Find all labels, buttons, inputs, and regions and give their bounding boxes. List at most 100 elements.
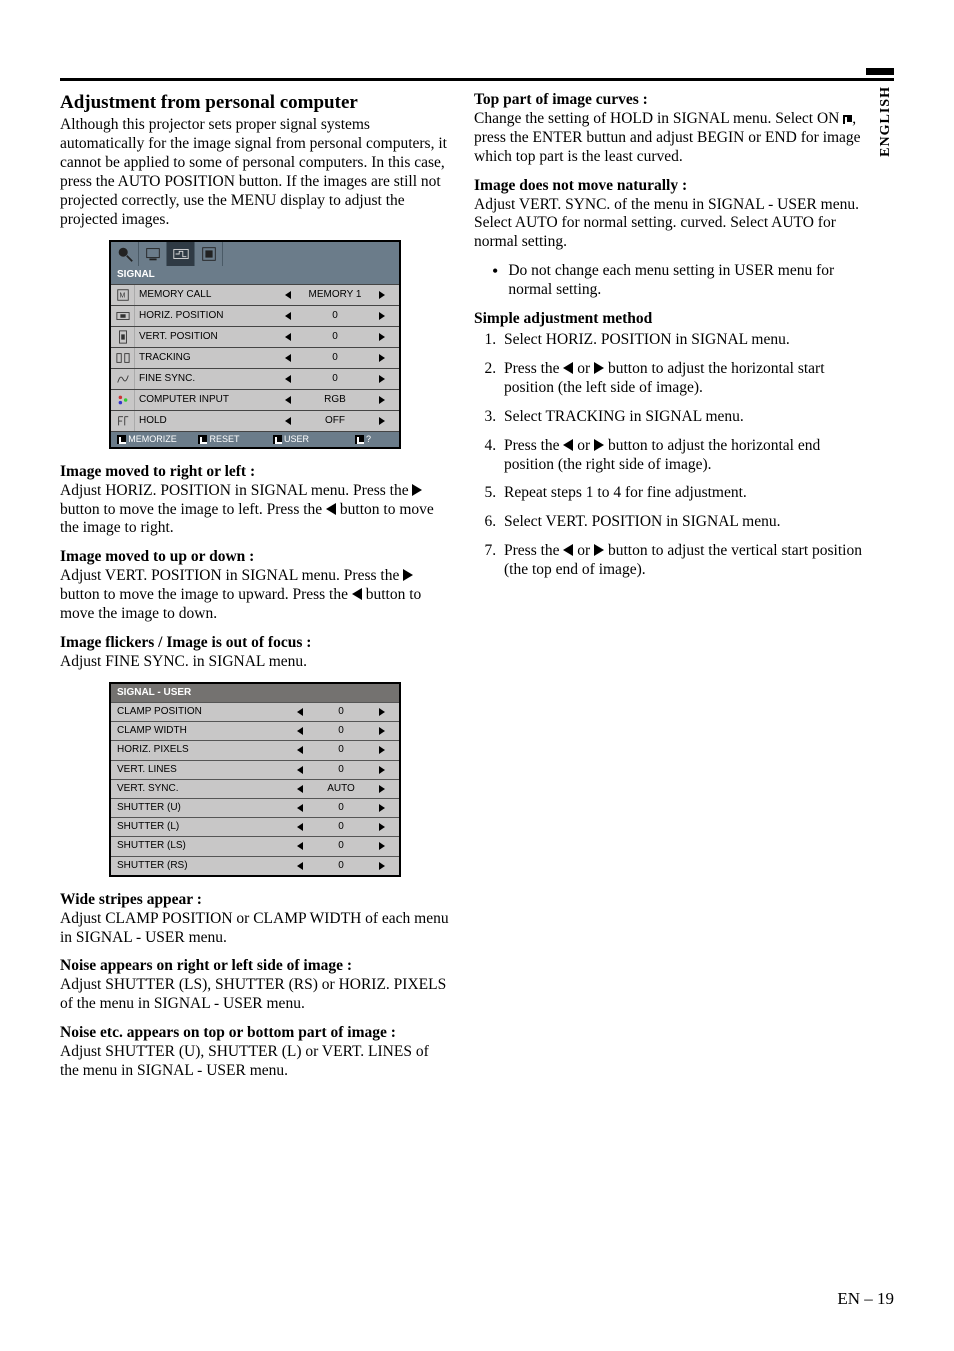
left-arrow-icon	[271, 411, 305, 431]
right-arrow-icon	[594, 362, 604, 374]
row-label: MEMORY CALL	[135, 285, 271, 305]
signal-menu-row: FINE SYNC. 0	[111, 368, 399, 389]
enter-icon	[355, 435, 364, 444]
row-value: 0	[317, 837, 365, 855]
row-icon	[111, 411, 135, 431]
signal-menu-row: HORIZ. POSITION 0	[111, 305, 399, 326]
right-arrow-icon	[365, 411, 399, 431]
para-noise-tb: Noise etc. appears on top or bottom part…	[60, 1024, 450, 1081]
step-item: Select TRACKING in SIGNAL menu.	[500, 408, 864, 427]
language-label: ENGLISH	[878, 86, 894, 157]
row-label: VERT. SYNC.	[111, 780, 283, 798]
left-arrow-icon	[563, 439, 573, 451]
row-label: HOLD	[135, 411, 271, 431]
left-arrow-icon	[563, 544, 573, 556]
right-column: Top part of image curves : Change the se…	[474, 91, 894, 1091]
right-arrow-icon	[365, 306, 399, 326]
row-value: 0	[317, 799, 365, 817]
row-icon	[111, 306, 135, 326]
right-arrow-icon	[365, 703, 399, 721]
right-arrow-icon	[365, 722, 399, 740]
intro-paragraph: Although this projector sets proper sign…	[60, 116, 450, 229]
user-menu-row: VERT. SYNC. AUTO	[111, 779, 399, 798]
row-label: CLAMP POSITION	[111, 703, 283, 721]
footer-memorize: MEMORIZE	[128, 434, 177, 445]
bullet-note: • Do not change each menu setting in USE…	[474, 262, 864, 300]
user-menu-title: SIGNAL - USER	[111, 684, 399, 702]
row-icon	[111, 348, 135, 368]
right-arrow-icon	[365, 818, 399, 836]
right-arrow-icon	[365, 799, 399, 817]
left-arrow-icon	[352, 588, 362, 600]
signal-menu-footer: MEMORIZE RESET USER ?	[111, 431, 399, 447]
row-label: SHUTTER (LS)	[111, 837, 283, 855]
para-moved-ud: Image moved to up or down : Adjust VERT.…	[60, 548, 450, 624]
step-item: Repeat steps 1 to 4 for fine adjustment.	[500, 484, 864, 503]
left-column: Adjustment from personal computer Althou…	[60, 91, 450, 1091]
left-arrow-icon	[283, 799, 317, 817]
para-moved-rl: Image moved to right or left : Adjust HO…	[60, 463, 450, 539]
enter-icon	[198, 435, 207, 444]
footer-help: ?	[366, 434, 371, 445]
row-value: OFF	[305, 411, 365, 431]
right-arrow-icon	[365, 761, 399, 779]
right-arrow-icon	[365, 780, 399, 798]
right-arrow-icon	[365, 348, 399, 368]
user-menu-row: HORIZ. PIXELS 0	[111, 740, 399, 759]
user-menu-row: SHUTTER (LS) 0	[111, 836, 399, 855]
row-value: RGB	[305, 390, 365, 410]
step-item: Select VERT. POSITION in SIGNAL menu.	[500, 513, 864, 532]
signal-menu-row: M MEMORY CALL MEMORY 1	[111, 284, 399, 305]
row-label: CLAMP WIDTH	[111, 722, 283, 740]
right-arrow-icon	[365, 857, 399, 875]
left-arrow-icon	[283, 761, 317, 779]
para-noise-rl: Noise appears on right or left side of i…	[60, 957, 450, 1014]
row-icon: M	[111, 285, 135, 305]
step-item: Press the or button to adjust the horizo…	[500, 437, 864, 475]
menu-tab-install-icon	[139, 242, 167, 266]
row-value: 0	[317, 818, 365, 836]
row-label: COMPUTER INPUT	[135, 390, 271, 410]
signal-menu-row: TRACKING 0	[111, 347, 399, 368]
row-value: 0	[305, 369, 365, 389]
para-wide-stripes: Wide stripes appear : Adjust CLAMP POSIT…	[60, 891, 450, 948]
row-label: HORIZ. POSITION	[135, 306, 271, 326]
header-rule	[60, 78, 894, 81]
adjustment-steps: Select HORIZ. POSITION in SIGNAL menu. Pr…	[474, 331, 864, 580]
row-icon	[111, 327, 135, 347]
left-arrow-icon	[283, 722, 317, 740]
user-menu-row: CLAMP POSITION 0	[111, 702, 399, 721]
left-arrow-icon	[563, 362, 573, 374]
para-not-move-naturally: Image does not move naturally : Adjust V…	[474, 177, 864, 253]
left-arrow-icon	[271, 306, 305, 326]
right-arrow-icon	[412, 484, 422, 496]
user-menu-row: VERT. LINES 0	[111, 760, 399, 779]
step-item: Select HORIZ. POSITION in SIGNAL menu.	[500, 331, 864, 350]
user-menu-row: SHUTTER (RS) 0	[111, 856, 399, 875]
row-value: MEMORY 1	[305, 285, 365, 305]
right-arrow-icon	[365, 390, 399, 410]
left-arrow-icon	[283, 837, 317, 855]
row-label: SHUTTER (L)	[111, 818, 283, 836]
para-flickers: Image flickers / Image is out of focus :…	[60, 634, 450, 672]
row-value: 0	[317, 722, 365, 740]
row-label: FINE SYNC.	[135, 369, 271, 389]
row-label: VERT. POSITION	[135, 327, 271, 347]
enter-icon	[117, 435, 126, 444]
row-label: VERT. LINES	[111, 761, 283, 779]
row-value: 0	[305, 327, 365, 347]
row-label: TRACKING	[135, 348, 271, 368]
row-label: HORIZ. PIXELS	[111, 741, 283, 759]
user-menu-table: SIGNAL - USER CLAMP POSITION 0 CLAMP WID…	[109, 682, 401, 877]
row-label: SHUTTER (U)	[111, 799, 283, 817]
enter-icon	[273, 435, 282, 444]
right-arrow-icon	[365, 741, 399, 759]
row-value: 0	[305, 348, 365, 368]
signal-menu-title: SIGNAL	[111, 266, 399, 284]
row-icon	[111, 390, 135, 410]
signal-menu-table: SIGNAL M MEMORY CALL MEMORY 1 HORIZ. POS…	[109, 240, 401, 449]
left-arrow-icon	[271, 390, 305, 410]
left-arrow-icon	[271, 327, 305, 347]
footer-reset: RESET	[209, 434, 239, 445]
language-marker	[866, 68, 894, 75]
